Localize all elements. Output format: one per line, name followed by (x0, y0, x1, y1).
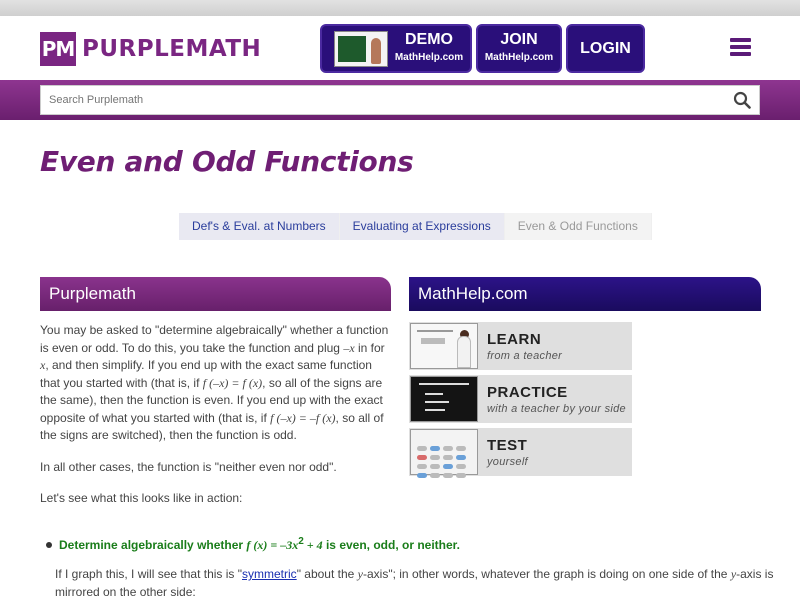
lesson-content: You may be asked to "determine algebraic… (40, 322, 390, 522)
tab-evaluating-expressions[interactable]: Evaluating at Expressions (339, 213, 504, 240)
search-input[interactable] (41, 86, 721, 114)
logo-mark-icon: PM (40, 32, 76, 66)
learn-thumbnail-icon (410, 323, 478, 369)
login-label: LOGIN (580, 40, 631, 57)
hamburger-menu-icon[interactable] (730, 38, 751, 56)
promo-learn-title: LEARN (487, 331, 542, 348)
promo-practice[interactable]: PRACTICE with a teacher by your side (409, 375, 632, 423)
paragraph-intro: You may be asked to "determine algebraic… (40, 323, 389, 442)
search-box (40, 85, 760, 115)
purplemath-card-title: Purplemath (40, 277, 391, 311)
demo-button[interactable]: DEMO MathHelp.com (320, 24, 472, 73)
browser-top-strip (0, 0, 800, 16)
promo-test[interactable]: TEST yourself (409, 428, 632, 478)
lesson-tabs: Def's & Eval. at Numbers Evaluating at E… (179, 213, 652, 240)
symmetric-link[interactable]: symmetric (242, 567, 297, 581)
page-title: Even and Odd Functions (40, 145, 414, 178)
followup-paragraph: If I graph this, I will see that this is… (55, 567, 774, 599)
promo-test-title: TEST (487, 437, 528, 454)
example-question: Determine algebraically whether f (x) = … (46, 536, 460, 553)
logo-text: PURPLEMATH (82, 36, 262, 62)
test-thumbnail-icon (410, 429, 478, 478)
promo-learn-sub: from a teacher (487, 350, 563, 362)
practice-thumbnail-icon (410, 376, 478, 422)
join-button[interactable]: JOIN MathHelp.com (476, 24, 562, 73)
bullet-icon (46, 542, 52, 548)
search-bar (0, 80, 800, 120)
login-button[interactable]: LOGIN (566, 24, 645, 73)
tab-defs-eval-numbers[interactable]: Def's & Eval. at Numbers (179, 213, 339, 240)
demo-thumbnail-icon (334, 31, 388, 67)
join-label: JOIN (500, 31, 538, 48)
promo-learn[interactable]: LEARN from a teacher (409, 322, 632, 370)
tab-even-odd-functions: Even & Odd Functions (504, 213, 651, 240)
search-icon[interactable] (733, 91, 751, 109)
purplemath-logo[interactable]: PM PURPLEMATH (40, 32, 261, 66)
join-sublabel: MathHelp.com (484, 52, 554, 63)
paragraph-action: Let's see what this looks like in action… (40, 491, 243, 505)
paragraph-neither: In all other cases, the function is "nei… (40, 459, 337, 474)
promo-practice-sub: with a teacher by your side (487, 403, 626, 415)
promo-practice-title: PRACTICE (487, 384, 568, 401)
demo-label: DEMO (405, 31, 453, 48)
promo-test-sub: yourself (487, 456, 528, 468)
site-header: PM PURPLEMATH DEMO MathHelp.com JOIN Mat… (0, 16, 800, 80)
demo-sublabel: MathHelp.com (394, 52, 464, 63)
mathhelp-card-title[interactable]: MathHelp.com (409, 277, 761, 311)
